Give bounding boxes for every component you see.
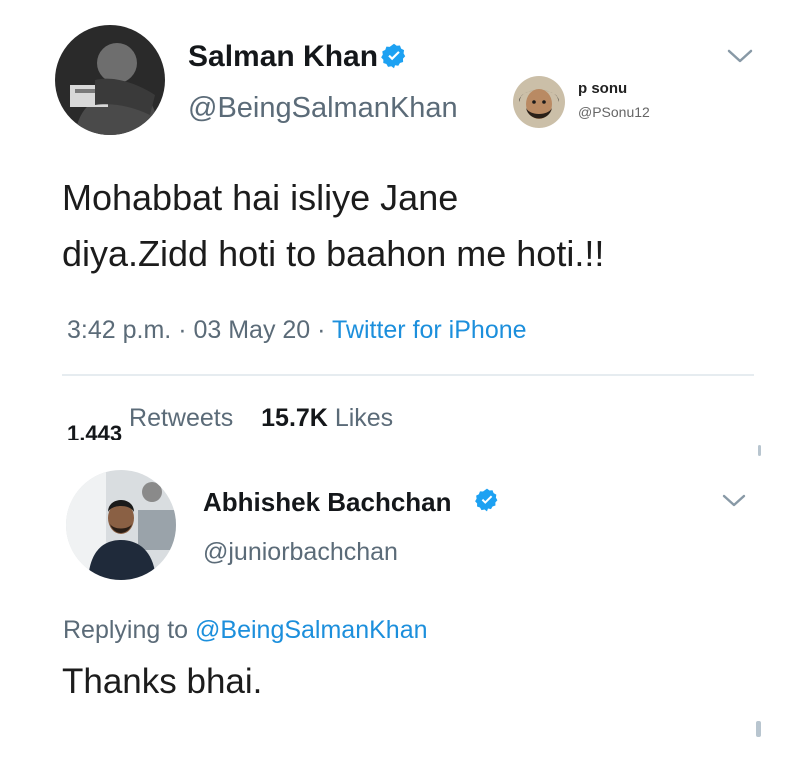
tweet-time[interactable]: 3:42 p.m. [67, 316, 171, 344]
psonu-name: p sonu [578, 80, 628, 97]
likes-count[interactable]: 15.7K [261, 404, 328, 432]
chevron-down-icon[interactable] [722, 493, 746, 513]
tweet-meta: 3:42 p.m. · 03 May 20 · Twitter for iPho… [67, 316, 527, 345]
psonu-avatar [513, 76, 565, 128]
salman-handle[interactable]: @BeingSalmanKhan [188, 92, 458, 125]
verified-badge-icon [380, 42, 408, 75]
reply-text: Thanks bhai. [62, 662, 263, 701]
retweets-label[interactable]: Retweets [129, 404, 233, 432]
divider [62, 374, 754, 376]
tweet-text-line1: Mohabbat hai isliye Jane [62, 177, 459, 218]
chevron-down-icon[interactable] [727, 48, 753, 69]
tweet-stats: 1,443 Retweets 15.7K Likes [67, 404, 393, 440]
meta-separator: · [178, 316, 187, 344]
retweets-count[interactable]: 1,443 [67, 420, 122, 440]
salman-avatar[interactable] [55, 25, 165, 135]
abhishek-avatar[interactable] [66, 470, 176, 580]
replying-to-link[interactable]: @BeingSalmanKhan [195, 616, 427, 644]
tweet-source-link[interactable]: Twitter for iPhone [332, 316, 527, 344]
abhishek-handle[interactable]: @juniorbachchan [203, 538, 398, 567]
replying-to-line: Replying to @BeingSalmanKhan [63, 616, 428, 645]
tweet-text-line2: diya.Zidd hoti to baahon me hoti.!! [62, 233, 605, 274]
salman-name[interactable]: Salman Khan [188, 40, 378, 74]
scroll-indicator [758, 445, 761, 456]
meta-separator: · [317, 316, 326, 344]
replying-prefix: Replying to [63, 616, 189, 644]
verified-badge-icon [474, 487, 500, 518]
likes-label[interactable]: Likes [335, 404, 393, 432]
scroll-indicator [756, 721, 761, 737]
psonu-handle: @PSonu12 [578, 104, 650, 120]
abhishek-name[interactable]: Abhishek Bachchan [203, 487, 452, 518]
tweet-date[interactable]: 03 May 20 [193, 316, 310, 344]
